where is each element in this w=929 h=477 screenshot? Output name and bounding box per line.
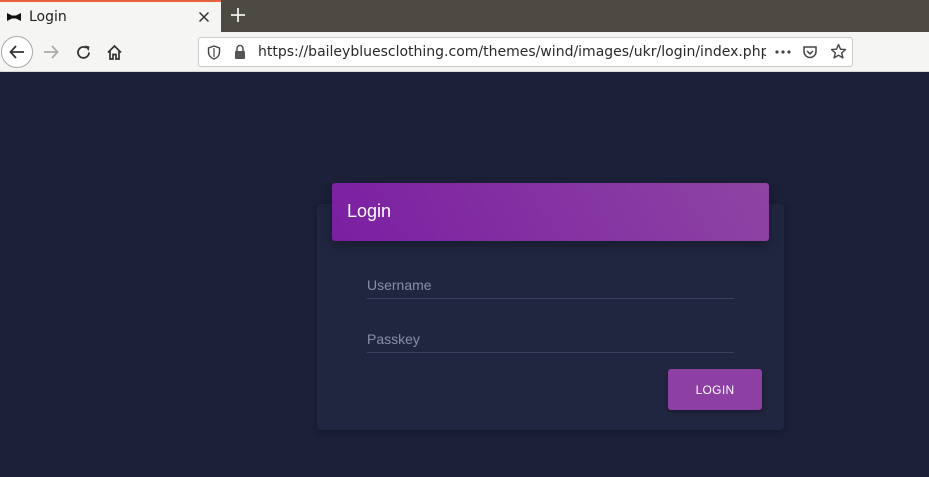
lock-icon[interactable]	[234, 44, 246, 60]
new-tab-icon[interactable]	[229, 6, 247, 24]
close-icon[interactable]	[196, 9, 212, 25]
passkey-field[interactable]	[367, 321, 734, 353]
reload-button[interactable]	[67, 36, 99, 68]
username-input[interactable]	[367, 267, 734, 298]
tab-title: Login	[29, 9, 67, 25]
tab-login[interactable]: Login	[0, 0, 221, 32]
shield-icon[interactable]	[207, 45, 221, 60]
login-button[interactable]: LOGIN	[668, 369, 762, 410]
bowtie-icon	[7, 13, 21, 21]
arrow-right-icon	[44, 45, 59, 59]
more-icon[interactable]	[774, 45, 792, 59]
forward-button[interactable]	[35, 36, 67, 68]
url-text[interactable]: https://baileybluesclothing.com/themes/w…	[258, 44, 766, 60]
arrow-left-icon	[9, 45, 24, 59]
tab-strip: Login	[0, 0, 929, 32]
navigation-bar: https://baileybluesclothing.com/themes/w…	[0, 32, 929, 72]
login-card-header: Login	[332, 183, 769, 241]
home-icon	[106, 44, 122, 60]
username-field[interactable]	[367, 267, 734, 299]
url-bar[interactable]: https://baileybluesclothing.com/themes/w…	[198, 37, 853, 67]
login-title: Login	[347, 201, 392, 221]
reload-icon	[76, 45, 90, 59]
back-button[interactable]	[1, 36, 33, 68]
star-icon[interactable]	[830, 43, 847, 60]
passkey-input[interactable]	[367, 321, 734, 352]
pocket-icon[interactable]	[802, 44, 818, 60]
home-button[interactable]	[98, 36, 130, 68]
